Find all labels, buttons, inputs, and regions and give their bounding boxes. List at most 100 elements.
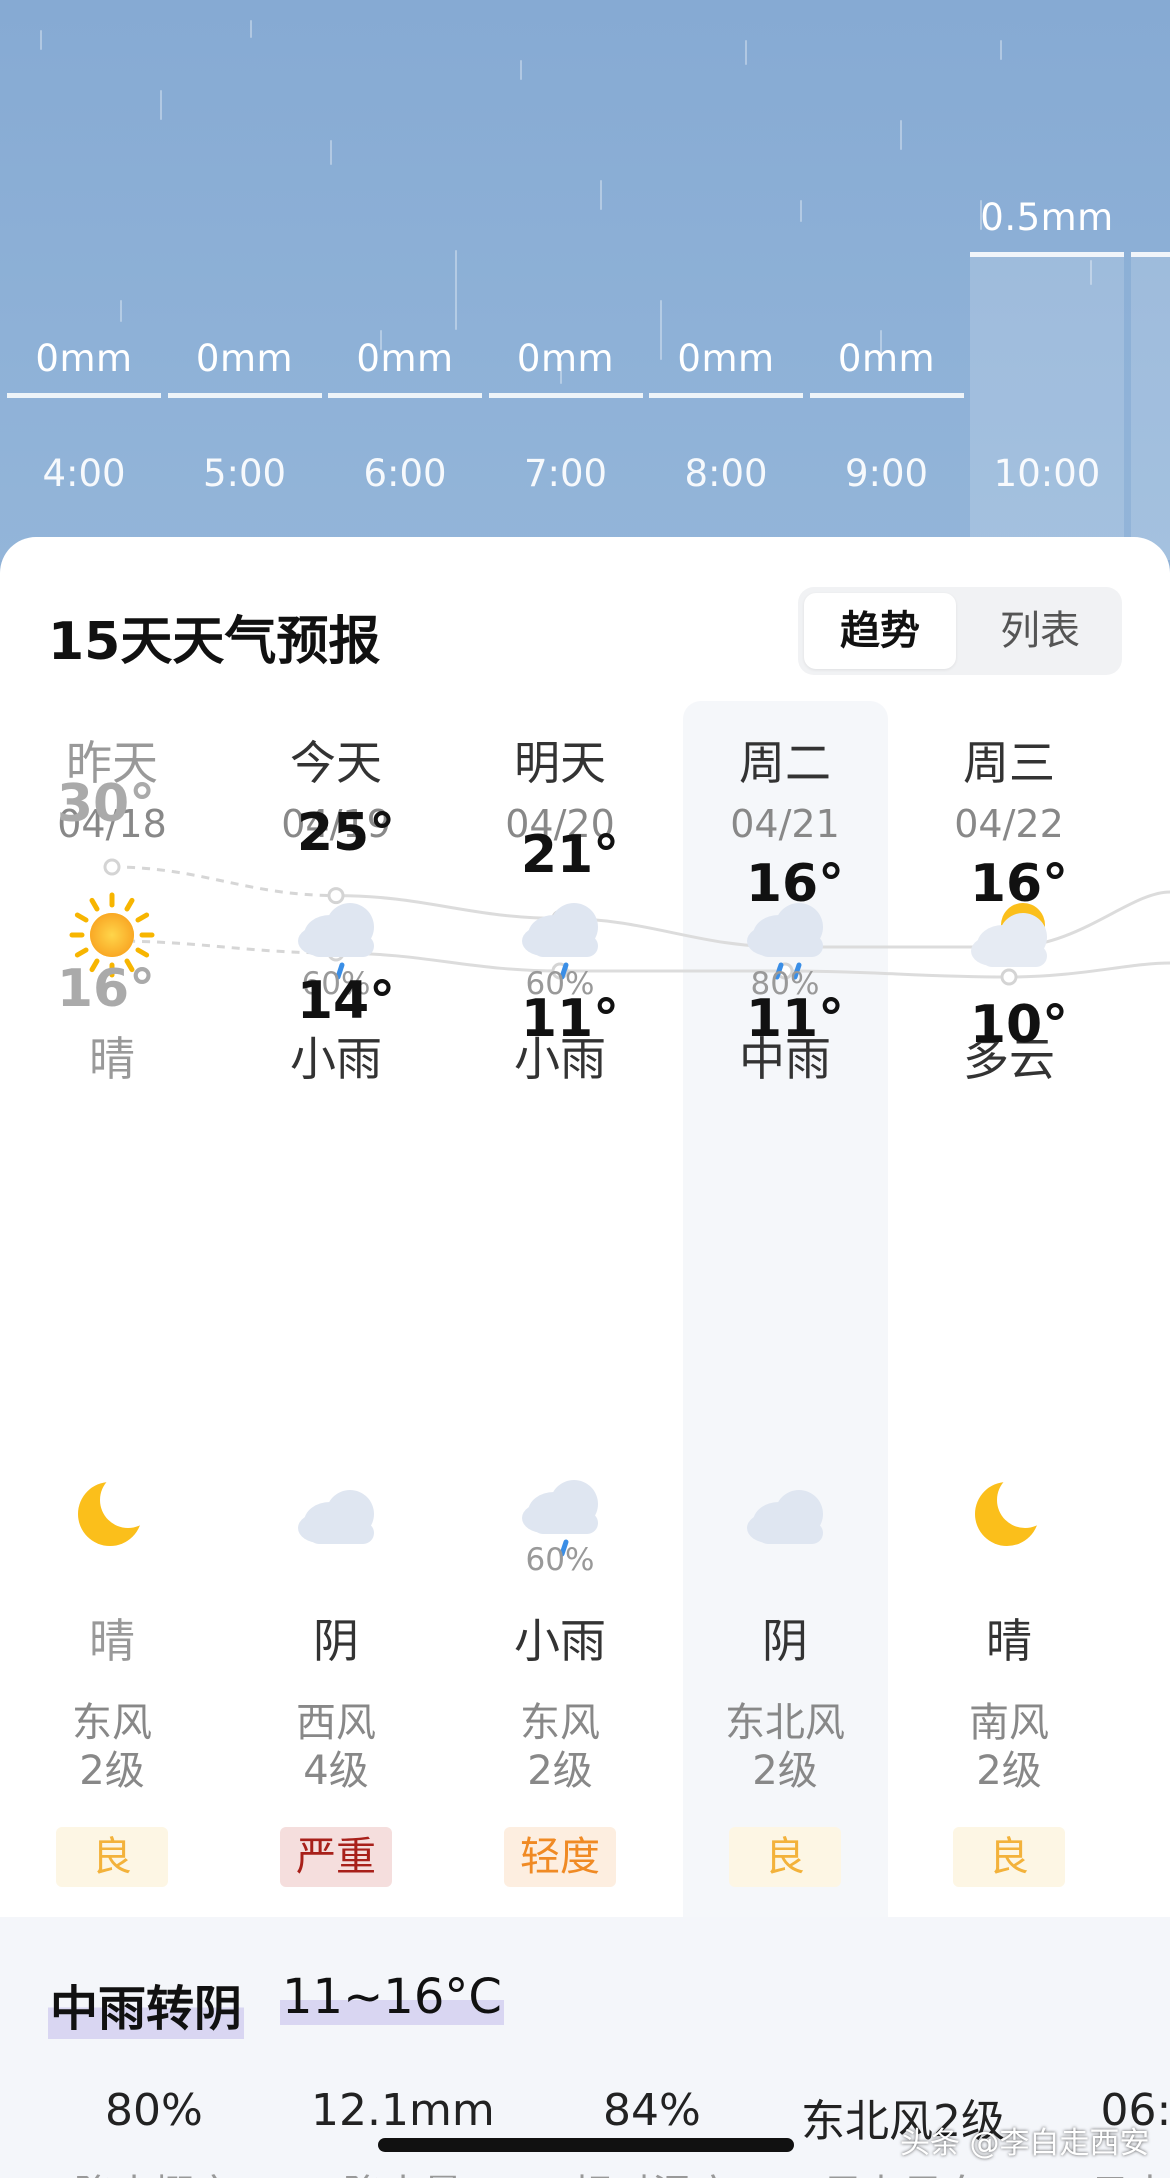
- rain-amount: 0mm: [35, 337, 133, 380]
- day-column-1[interactable]: 今天 04/19 60% 小雨 25° 14° 阴西风 4级 严重: [224, 537, 448, 1937]
- cloudy-icon: [735, 1462, 835, 1562]
- wind-level: 2级: [527, 1748, 593, 1794]
- night-condition: 晴: [986, 1614, 1032, 1668]
- wind-direction: 西风: [296, 1700, 376, 1746]
- stat-label: 降水概率: [74, 2162, 234, 2178]
- aqi-badge: 严重: [280, 1827, 392, 1887]
- stat-label: 降水量: [343, 2162, 463, 2178]
- day-column-4[interactable]: 周三 04/22 多云 16° 10° 晴南风 2级良: [897, 537, 1121, 1937]
- rain-streak: [120, 300, 122, 322]
- high-temp: 16°: [969, 854, 1069, 914]
- day-column-0[interactable]: 昨天 04/18 晴 30° 16° 晴东风 2级良: [0, 537, 224, 1937]
- rain-amount: 0.5mm: [980, 196, 1114, 239]
- hourly-precipitation-strip[interactable]: 0mm 4:00 0mm 5:00 0mm 6:00 0mm 7:00 0mm 8:00 0mm 9:…: [0, 0, 1170, 560]
- rain-streak: [1000, 40, 1002, 60]
- rain-level-line: [7, 393, 161, 398]
- low-temp: 11°: [745, 989, 845, 1049]
- detail-temp-range: 11~16°C: [280, 1969, 504, 2025]
- stat-value: 12.1mm: [311, 2085, 495, 2136]
- aqi-badge: 轻度: [504, 1827, 616, 1887]
- wind-level: 2级: [752, 1748, 818, 1794]
- high-temp: 21°: [520, 825, 620, 886]
- hour-label: 7:00: [523, 452, 608, 495]
- low-temp: 11°: [520, 989, 620, 1049]
- hour-label: 10:00: [993, 452, 1101, 495]
- hour-label: 9:00: [844, 452, 929, 495]
- night-condition: 小雨: [514, 1614, 606, 1668]
- forecast-card: 15天天气预报 趋势 列表 昨天 04/18 晴 30° 16° 晴东风 2级良今天 04/1…: [0, 537, 1170, 2178]
- rain-level-line: [649, 393, 803, 398]
- day-name: 今天: [290, 736, 382, 790]
- night-precip-chance: 60%: [525, 1542, 595, 1578]
- rain-level-line: [167, 393, 322, 398]
- day-name: 周三: [963, 736, 1055, 790]
- detail-condition: 中雨转阴: [48, 1969, 245, 2039]
- rain-amount: 0mm: [195, 337, 294, 380]
- hour-label: 4:00: [42, 452, 126, 495]
- rain-streak: [800, 200, 802, 222]
- high-temp: 25°: [296, 802, 396, 863]
- high-temp: 30°: [56, 774, 156, 834]
- rain-streak: [40, 30, 42, 50]
- rain-amount: 0mm: [516, 337, 615, 380]
- wind-direction: 南风: [969, 1700, 1049, 1746]
- wind-direction: 东风: [72, 1700, 152, 1746]
- rain-amount: 0mm: [356, 337, 454, 380]
- moon-icon: [959, 1462, 1059, 1562]
- rain-level-line: [328, 393, 482, 398]
- stat-value: 84%: [603, 2085, 701, 2136]
- aqi-badge: 良: [953, 1827, 1065, 1887]
- high-temp: 16°: [745, 854, 845, 914]
- stat-label: 日出时: [1090, 2162, 1170, 2178]
- rain-amount: 0mm: [837, 337, 936, 380]
- day-column-2[interactable]: 明天 04/20 60% 小雨 21° 11° 60% 小雨 东风 2级 轻度: [448, 537, 672, 1937]
- hour-label: 5:00: [202, 452, 287, 495]
- night-condition: 阴: [762, 1614, 808, 1668]
- night-condition: 晴: [89, 1614, 135, 1668]
- day-name: 明天: [514, 736, 606, 790]
- wind-direction: 东北风: [725, 1700, 845, 1746]
- rain-fill-bar: [1130, 252, 1170, 560]
- stat-label: 风力风向: [823, 2162, 983, 2178]
- low-temp: 14°: [296, 971, 396, 1031]
- day-column-3[interactable]: 周二 04/21 80% 中雨 16° 11° 阴东北风 2级良: [673, 537, 897, 1937]
- rain-streak: [900, 120, 902, 150]
- wind-level: 4级: [303, 1748, 369, 1794]
- day-condition: 小雨: [290, 1032, 382, 1086]
- rain-streak: [330, 140, 332, 165]
- rain-streak: [600, 180, 602, 210]
- aqi-badge: 良: [729, 1827, 841, 1887]
- cloudy-icon: [286, 1462, 386, 1562]
- rain-fill-bar: [970, 252, 1124, 560]
- aqi-badge: 良: [56, 1827, 168, 1887]
- rain-level-line: [488, 393, 643, 398]
- low-temp: 16°: [56, 959, 156, 1019]
- rain-streak: [160, 90, 162, 120]
- rain-level-line: [1130, 252, 1170, 257]
- night-condition: 阴: [313, 1614, 359, 1668]
- day-date: 04/22: [954, 802, 1064, 846]
- rain-streak: [250, 20, 252, 38]
- rain-streak: [745, 40, 747, 65]
- watermark: 头条 @李白走西安: [900, 2126, 1150, 2161]
- home-indicator[interactable]: [378, 2138, 794, 2152]
- moon-icon: [62, 1462, 162, 1562]
- rain-level-line: [970, 252, 1124, 257]
- wind-level: 2级: [79, 1748, 145, 1794]
- rain-amount: 0mm: [677, 337, 775, 380]
- stat-value: 80%: [105, 2085, 203, 2136]
- low-temp: 10°: [969, 995, 1069, 1055]
- rain-level-line: [809, 393, 964, 398]
- hour-label: 6:00: [363, 452, 447, 495]
- hour-label: 8:00: [684, 452, 768, 495]
- rain-amount: 0.: [1131, 196, 1170, 239]
- rain-streak: [520, 60, 522, 80]
- rain-streak: [455, 250, 457, 330]
- day-date: 04/21: [730, 802, 840, 846]
- wind-level: 2级: [976, 1748, 1042, 1794]
- stat-label: 相对湿度: [572, 2162, 732, 2178]
- wind-direction: 东风: [520, 1700, 600, 1746]
- hour-label: 1: [1131, 452, 1170, 495]
- day-name: 周二: [739, 736, 831, 790]
- day-condition: 晴: [89, 1032, 135, 1086]
